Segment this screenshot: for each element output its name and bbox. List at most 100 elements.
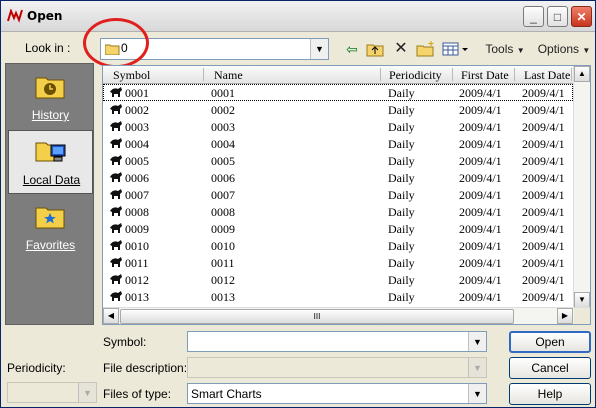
list-header: Symbol Name Periodicity First Date Last … [103, 66, 573, 84]
cell-name: 0003 [211, 120, 235, 134]
bull-chart-icon [110, 240, 122, 250]
history-folder-icon [35, 77, 65, 99]
up-folder-icon[interactable] [365, 39, 385, 59]
cell-first-date: 2009/4/1 [459, 256, 502, 270]
column-header-last-date[interactable]: Last Date [524, 68, 570, 83]
cell-last-date: 2009/4/1 [522, 171, 565, 185]
column-header-symbol[interactable]: Symbol [113, 68, 150, 83]
scroll-up-icon[interactable]: ▲ [574, 66, 590, 82]
chevron-down-icon: ▼ [516, 46, 525, 55]
cell-last-date: 2009/4/1 [522, 290, 565, 304]
tools-menu[interactable]: Tools ▼ [482, 39, 528, 59]
chevron-down-icon[interactable]: ▼ [468, 332, 486, 351]
place-favorites[interactable]: Favorites [8, 196, 93, 260]
table-row[interactable]: 0010 0010 Daily 2009/4/1 2009/4/1 [103, 237, 573, 254]
open-button[interactable]: Open [509, 331, 591, 353]
cell-symbol: 0007 [125, 188, 149, 202]
delete-icon[interactable]: ✕ [391, 39, 411, 59]
cell-symbol: 0002 [125, 103, 149, 117]
scroll-left-icon[interactable]: ◀ [103, 308, 119, 324]
scroll-thumb[interactable]: III [120, 309, 514, 324]
bull-chart-icon [110, 172, 122, 182]
cell-periodicity: Daily [388, 188, 415, 202]
files-of-type-select[interactable]: Smart Charts ▼ [187, 383, 487, 404]
column-header-first-date[interactable]: First Date [461, 68, 509, 83]
table-row[interactable]: 0002 0002 Daily 2009/4/1 2009/4/1 [103, 101, 573, 118]
scroll-corner [574, 308, 590, 324]
table-row[interactable]: 0009 0009 Daily 2009/4/1 2009/4/1 [103, 220, 573, 237]
options-menu[interactable]: Options ▼ [537, 39, 591, 59]
help-button[interactable]: Help [509, 383, 591, 405]
table-row[interactable]: 0008 0008 Daily 2009/4/1 2009/4/1 [103, 203, 573, 220]
cell-first-date: 2009/4/1 [459, 103, 502, 117]
cell-first-date: 2009/4/1 [459, 154, 502, 168]
bull-chart-icon [110, 121, 122, 131]
place-local-data[interactable]: Local Data [8, 130, 93, 194]
cell-symbol: 0005 [125, 154, 149, 168]
cell-first-date: 2009/4/1 [459, 222, 502, 236]
cell-name: 0011 [211, 256, 235, 270]
place-label: Favorites [25, 238, 76, 252]
table-row[interactable]: 0012 0012 Daily 2009/4/1 2009/4/1 [103, 271, 573, 288]
bull-chart-icon [110, 274, 122, 284]
bull-chart-icon [110, 155, 122, 165]
cell-first-date: 2009/4/1 [459, 188, 502, 202]
table-row[interactable]: 0003 0003 Daily 2009/4/1 2009/4/1 [103, 118, 573, 135]
cell-periodicity: Daily [388, 205, 415, 219]
cell-name: 0001 [211, 86, 235, 100]
cell-periodicity: Daily [388, 86, 415, 100]
files-of-type-label: Files of type: [103, 387, 172, 401]
cancel-button[interactable]: Cancel [509, 357, 591, 379]
cell-symbol: 0008 [125, 205, 149, 219]
table-row[interactable]: 0006 0006 Daily 2009/4/1 2009/4/1 [103, 169, 573, 186]
table-row[interactable]: 0005 0005 Daily 2009/4/1 2009/4/1 [103, 152, 573, 169]
column-header-name[interactable]: Name [214, 68, 243, 83]
cell-periodicity: Daily [388, 239, 415, 253]
cell-periodicity: Daily [388, 273, 415, 287]
places-bar: History Local Data Favorites [5, 63, 94, 325]
chevron-down-icon[interactable]: ▼ [310, 39, 328, 59]
cell-symbol: 0011 [125, 256, 149, 270]
back-icon[interactable]: ⇦ [342, 39, 362, 59]
chevron-down-icon[interactable]: ▼ [468, 384, 486, 403]
cell-symbol: 0004 [125, 137, 149, 151]
scroll-right-icon[interactable]: ▶ [557, 308, 573, 324]
table-row[interactable]: 0007 0007 Daily 2009/4/1 2009/4/1 [103, 186, 573, 203]
cell-symbol: 0003 [125, 120, 149, 134]
file-list[interactable]: Symbol Name Periodicity First Date Last … [102, 65, 591, 325]
cell-periodicity: Daily [388, 103, 415, 117]
list-rows: 0001 0001 Daily 2009/4/1 2009/4/1 0002 0002 Dai… [103, 84, 573, 305]
close-button[interactable]: ✕ [571, 6, 592, 27]
minimize-button[interactable]: _ [523, 6, 544, 27]
bull-chart-icon [110, 291, 122, 301]
table-row[interactable]: 0013 0013 Daily 2009/4/1 2009/4/1 [103, 288, 573, 305]
bull-chart-icon [110, 104, 122, 114]
cell-name: 0008 [211, 205, 235, 219]
cell-name: 0007 [211, 188, 235, 202]
horizontal-scrollbar[interactable]: ◀ III ▶ [103, 307, 590, 324]
maximize-button[interactable]: □ [547, 6, 568, 27]
bull-chart-icon [110, 223, 122, 233]
column-header-periodicity[interactable]: Periodicity [389, 68, 442, 83]
table-row[interactable]: 0004 0004 Daily 2009/4/1 2009/4/1 [103, 135, 573, 152]
scroll-down-icon[interactable]: ▼ [574, 292, 590, 308]
cell-first-date: 2009/4/1 [459, 171, 502, 185]
new-folder-icon[interactable] [415, 39, 437, 59]
cell-last-date: 2009/4/1 [522, 137, 565, 151]
bull-chart-icon [110, 189, 122, 199]
cell-first-date: 2009/4/1 [459, 120, 502, 134]
cell-name: 0013 [211, 290, 235, 304]
cell-symbol: 0013 [125, 290, 149, 304]
cell-name: 0006 [211, 171, 235, 185]
cell-first-date: 2009/4/1 [459, 290, 502, 304]
place-history[interactable]: History [8, 66, 93, 130]
cell-name: 0009 [211, 222, 235, 236]
symbol-input[interactable]: ▼ [187, 331, 487, 352]
view-menu-icon[interactable] [441, 39, 471, 59]
vertical-scrollbar[interactable]: ▲ ▼ [573, 66, 590, 308]
chevron-down-icon: ▼ [582, 46, 591, 55]
cell-last-date: 2009/4/1 [522, 154, 565, 168]
table-row[interactable]: 0001 0001 Daily 2009/4/1 2009/4/1 [103, 84, 573, 101]
cell-periodicity: Daily [388, 137, 415, 151]
table-row[interactable]: 0011 0011 Daily 2009/4/1 2009/4/1 [103, 254, 573, 271]
